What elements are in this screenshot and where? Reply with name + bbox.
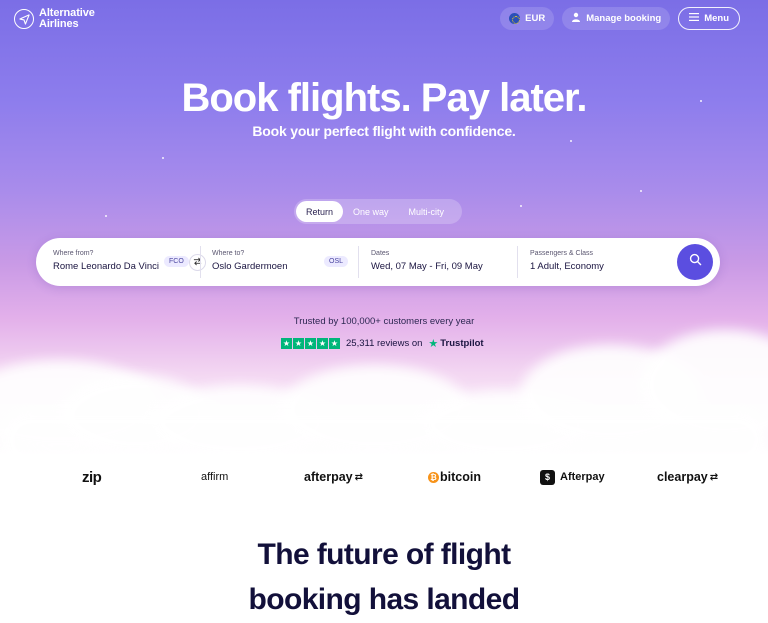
flight-search-bar: Where from? Rome Leonardo Da Vinci FCO W… bbox=[36, 238, 720, 286]
to-code-badge: OSL bbox=[324, 256, 349, 267]
paper-plane-icon bbox=[14, 9, 34, 29]
partner-bitcoin-logo: ₿ bitcoin bbox=[428, 462, 481, 492]
top-nav: EUR Manage booking Menu bbox=[500, 7, 740, 30]
to-label: Where to? bbox=[212, 250, 245, 257]
dates-label: Dates bbox=[371, 250, 390, 257]
section-heading-line2: booking has landed bbox=[248, 583, 520, 616]
hero-subtitle: Book your perfect flight with confidence… bbox=[252, 123, 516, 139]
star-icon: ★ bbox=[329, 338, 340, 349]
trustpilot-star-icon: ★ bbox=[428, 338, 439, 350]
hero-section: Alternative Airlines EUR Manage booking … bbox=[0, 0, 768, 455]
reviews-count: 25,311 reviews on bbox=[346, 338, 423, 349]
clearpay-arrows-icon: ⇄ bbox=[709, 471, 719, 483]
divider bbox=[200, 246, 201, 278]
hero-title: Book flights. Pay later. bbox=[181, 76, 587, 120]
menu-button[interactable]: Menu bbox=[678, 7, 740, 30]
hamburger-icon bbox=[689, 13, 700, 24]
trustpilot-brand: Trustpilot bbox=[440, 338, 484, 349]
brand-name: Alternative Airlines bbox=[39, 8, 95, 30]
afterpay-badge-icon: $ bbox=[540, 469, 555, 485]
partner-zip-logo: zip bbox=[82, 462, 102, 492]
tab-multi-city[interactable]: Multi-city bbox=[399, 201, 455, 222]
trustpilot-stars: ★ ★ ★ ★ ★ bbox=[281, 338, 340, 349]
passengers-field[interactable]: Passengers & Class 1 Adult, Economy bbox=[530, 238, 670, 286]
divider bbox=[358, 246, 359, 278]
star-icon: ★ bbox=[305, 338, 316, 349]
search-icon bbox=[689, 253, 702, 271]
manage-booking-button[interactable]: Manage booking bbox=[562, 7, 671, 30]
trustpilot-rating[interactable]: ★ ★ ★ ★ ★ 25,311 reviews on ★ Trustpilot bbox=[281, 337, 484, 350]
trip-type-tabs: Return One way Multi-city bbox=[294, 199, 462, 224]
passengers-label: Passengers & Class bbox=[530, 250, 594, 257]
trustpilot-logo: ★ Trustpilot bbox=[428, 337, 483, 350]
tab-return[interactable]: Return bbox=[296, 201, 344, 222]
clearpay-logo-text: clearpay bbox=[657, 470, 708, 484]
currency-button[interactable]: EUR bbox=[500, 7, 555, 30]
star-icon: ★ bbox=[317, 338, 328, 349]
dates-field[interactable]: Dates Wed, 07 May - Fri, 09 May bbox=[371, 238, 511, 286]
eu-flag-icon bbox=[509, 13, 521, 24]
affirm-logo-text: affirm bbox=[201, 471, 229, 483]
menu-label: Menu bbox=[704, 13, 729, 24]
zip-logo-text: zip bbox=[82, 468, 102, 486]
divider bbox=[517, 246, 518, 278]
payment-partners: zip affirm afterpay ⇄ ₿ bitcoin $ Afterp… bbox=[0, 462, 768, 492]
dates-value: Wed, 07 May - Fri, 09 May bbox=[371, 261, 483, 272]
to-field[interactable]: Where to? Oslo Gardermoen bbox=[212, 238, 342, 286]
brand-logo[interactable]: Alternative Airlines bbox=[14, 8, 95, 30]
afterpay-black-logo-text: Afterpay bbox=[560, 471, 605, 483]
currency-label: EUR bbox=[525, 13, 546, 24]
trusted-text: Trusted by 100,000+ customers every year bbox=[293, 316, 475, 327]
brand-name-line2: Airlines bbox=[39, 18, 79, 30]
partner-afterpay-black-logo: $ Afterpay bbox=[540, 462, 605, 492]
afterpay-logo-text: afterpay bbox=[304, 470, 353, 484]
afterpay-arrows-icon: ⇄ bbox=[354, 471, 364, 483]
section-heading-line1: The future of flight bbox=[257, 538, 512, 571]
from-code-badge: FCO bbox=[164, 256, 189, 267]
section-heading: The future of flight booking has landed bbox=[0, 532, 768, 622]
manage-booking-label: Manage booking bbox=[586, 13, 662, 24]
partner-afterpay-logo: afterpay ⇄ bbox=[304, 462, 363, 492]
partner-clearpay-logo: clearpay ⇄ bbox=[657, 462, 718, 492]
partner-affirm-logo: affirm bbox=[201, 462, 228, 492]
tab-one-way[interactable]: One way bbox=[343, 201, 399, 222]
search-button[interactable] bbox=[677, 244, 713, 280]
user-icon bbox=[571, 12, 581, 25]
star-icon: ★ bbox=[281, 338, 292, 349]
to-value: Oslo Gardermoen bbox=[212, 261, 288, 272]
bitcoin-icon: ₿ bbox=[428, 471, 439, 483]
swap-airports-button[interactable] bbox=[189, 254, 206, 271]
star-icon: ★ bbox=[293, 338, 304, 349]
passengers-value: 1 Adult, Economy bbox=[530, 261, 604, 272]
bitcoin-logo-text: bitcoin bbox=[440, 470, 481, 484]
